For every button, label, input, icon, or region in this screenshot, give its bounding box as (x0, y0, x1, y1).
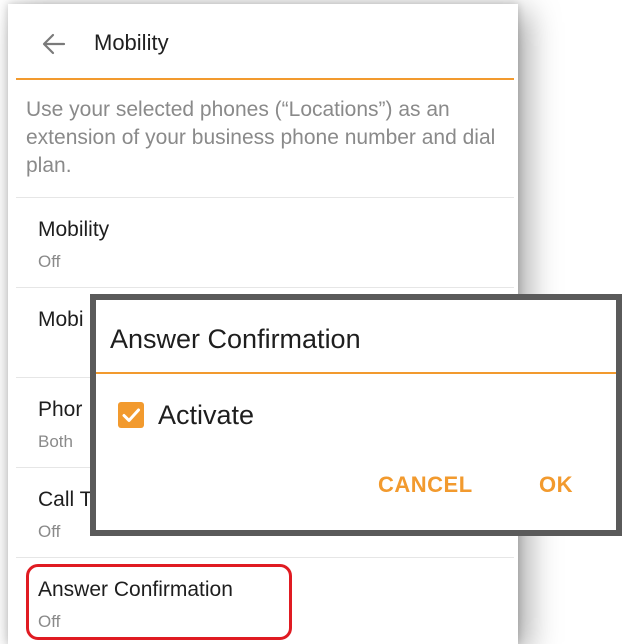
setting-value: Off (38, 252, 61, 271)
page-title: Mobility (94, 30, 169, 55)
activate-checkbox[interactable] (118, 402, 144, 428)
back-button[interactable] (36, 26, 72, 62)
screenshot-stage: Mobility Use your selected phones (“Loca… (0, 0, 626, 644)
dialog-title: Answer Confirmation (110, 324, 361, 354)
setting-value: Off (38, 522, 61, 541)
setting-title: Phor (38, 398, 83, 421)
checkmark-icon (122, 408, 140, 422)
highlight-box (26, 564, 292, 640)
setting-title: Mobility (38, 218, 110, 241)
cancel-button[interactable]: CANCEL (378, 472, 473, 498)
mobility-description: Use your selected phones (“Locations”) a… (26, 98, 496, 177)
ok-button[interactable]: OK (539, 472, 573, 498)
setting-row-mobility[interactable]: Mobility Off (16, 197, 514, 287)
setting-title: Mobi (38, 308, 84, 331)
dialog-divider (96, 372, 616, 374)
setting-title: Call T (38, 488, 93, 511)
app-bar: Mobility (16, 10, 514, 80)
activate-label[interactable]: Activate (158, 400, 254, 431)
answer-confirmation-dialog: Answer Confirmation Activate CANCEL OK (90, 294, 622, 536)
arrow-left-icon (42, 33, 66, 55)
setting-value: Both (38, 432, 73, 451)
